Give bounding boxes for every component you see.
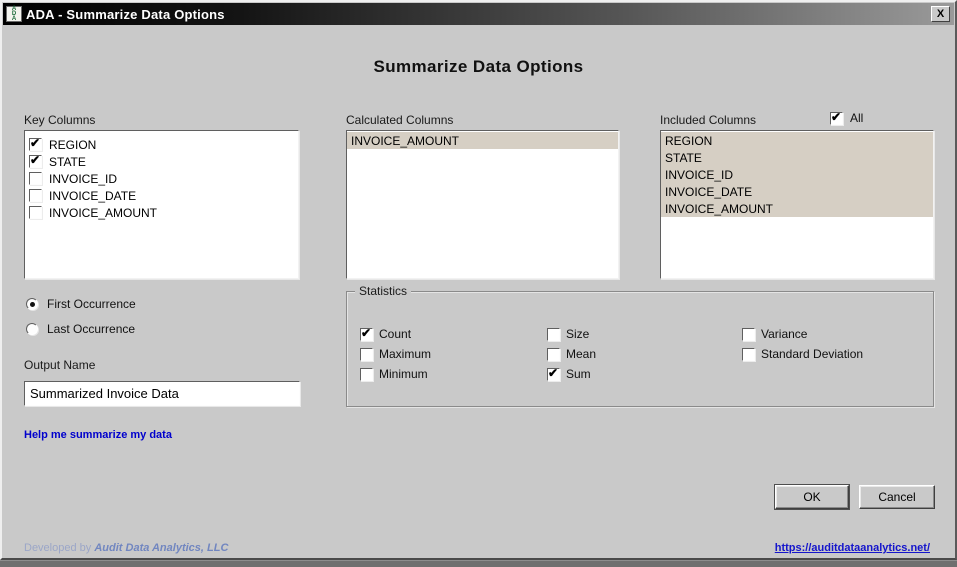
list-item[interactable]: INVOICE_AMOUNT [661,200,933,217]
key-columns-label: Key Columns [24,113,96,127]
list-item[interactable]: REGION [661,132,933,149]
last-occurrence-radio[interactable] [26,323,38,335]
included-columns-label: Included Columns [660,113,757,127]
app-icon: A D A [6,6,22,22]
all-columns-checkbox-row[interactable]: All [830,110,864,125]
all-checkbox[interactable] [830,110,843,125]
stat-maximum[interactable]: Maximum [360,347,431,361]
stat-variance[interactable]: Variance [742,327,807,341]
all-checkbox-label: All [850,111,864,125]
list-item[interactable]: INVOICE_AMOUNT [25,204,298,221]
screen: A D A ADA - Summarize Data Options X Sum… [0,0,957,567]
list-item[interactable]: INVOICE_ID [661,166,933,183]
size-checkbox[interactable] [547,327,560,341]
included-columns-listbox[interactable]: REGION STATE INVOICE_ID INVOICE_DATE INV… [660,130,934,279]
variance-checkbox[interactable] [742,327,755,341]
close-icon[interactable]: X [931,6,950,22]
list-item[interactable]: INVOICE_DATE [25,187,298,204]
count-checkbox[interactable] [360,326,373,341]
output-name-input[interactable] [24,381,300,406]
included-column-label: STATE [665,150,702,165]
website-link[interactable]: https://auditdataanalytics.net/ [775,542,930,554]
calculated-columns-label: Calculated Columns [346,113,454,127]
key-column-label: INVOICE_DATE [49,188,137,203]
last-occurrence-option[interactable]: Last Occurrence [26,322,135,336]
list-item[interactable]: INVOICE_AMOUNT [347,132,618,149]
first-occurrence-label: First Occurrence [47,297,136,311]
key-column-label: INVOICE_AMOUNT [49,205,158,220]
summarize-data-options-dialog: A D A ADA - Summarize Data Options X Sum… [0,0,957,560]
stat-count[interactable]: Count [360,326,411,341]
list-item[interactable]: REGION [25,136,298,153]
key-column-label: INVOICE_ID [49,171,118,186]
included-column-label: INVOICE_AMOUNT [665,201,774,216]
minimum-checkbox[interactable] [360,367,373,381]
cancel-button[interactable]: Cancel [859,485,935,509]
included-column-label: INVOICE_DATE [665,184,753,199]
calculated-column-label: INVOICE_AMOUNT [351,133,460,148]
ok-button[interactable]: OK [774,484,850,510]
company-name: Audit Data Analytics, LLC [94,542,229,554]
mean-checkbox[interactable] [547,347,560,361]
stat-mean[interactable]: Mean [547,347,596,361]
key-columns-listbox[interactable]: REGION STATE INVOICE_ID INVOICE_DATE INV… [24,130,299,279]
list-item[interactable]: STATE [25,153,298,170]
calculated-columns-listbox[interactable]: INVOICE_AMOUNT [346,130,619,279]
developed-by-text: Developed by Audit Data Analytics, LLC [24,542,229,554]
window-bottom-edge [0,560,957,567]
key-column-label: STATE [49,154,86,169]
included-column-label: INVOICE_ID [665,167,734,182]
key-column-checkbox[interactable] [29,172,42,185]
statistics-group: Statistics Count Maximum Minimum Size Me… [346,284,934,407]
key-column-checkbox[interactable] [29,136,42,151]
key-column-label: REGION [49,137,97,152]
included-column-label: REGION [665,133,713,148]
page-title: Summarize Data Options [373,57,584,76]
maximum-checkbox[interactable] [360,347,373,361]
sum-checkbox[interactable] [547,366,560,381]
stat-standard-deviation[interactable]: Standard Deviation [742,347,863,361]
key-column-checkbox[interactable] [29,189,42,202]
stat-size[interactable]: Size [547,327,589,341]
titlebar[interactable]: A D A ADA - Summarize Data Options X [3,3,954,25]
window-title: ADA - Summarize Data Options [26,6,225,22]
list-item[interactable]: INVOICE_ID [25,170,298,187]
list-item[interactable]: INVOICE_DATE [661,183,933,200]
list-item[interactable]: STATE [661,149,933,166]
first-occurrence-radio[interactable] [26,298,38,310]
stat-minimum[interactable]: Minimum [360,367,428,381]
first-occurrence-option[interactable]: First Occurrence [26,297,136,311]
help-link[interactable]: Help me summarize my data [24,429,172,441]
stat-sum[interactable]: Sum [547,366,591,381]
output-name-label: Output Name [24,358,96,372]
key-column-checkbox[interactable] [29,206,42,219]
statistics-legend: Statistics [355,284,412,298]
standard-deviation-checkbox[interactable] [742,347,755,361]
key-column-checkbox[interactable] [29,153,42,168]
last-occurrence-label: Last Occurrence [47,322,136,336]
